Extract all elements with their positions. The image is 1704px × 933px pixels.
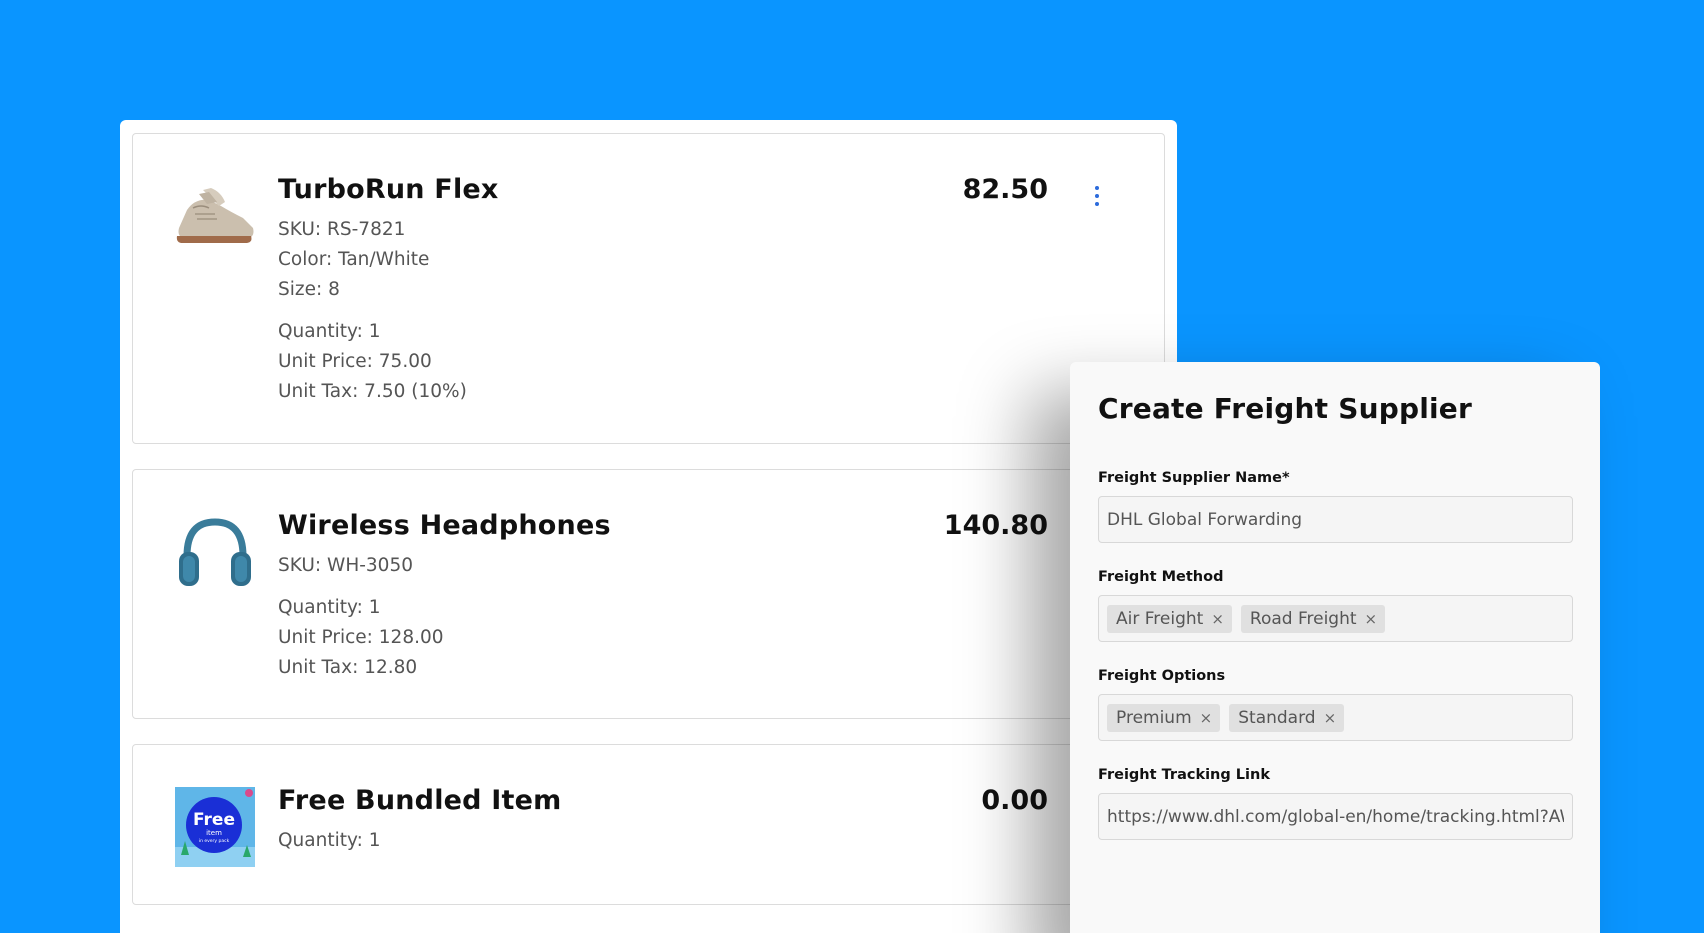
item-unit-tax: Unit Tax: 12.80 xyxy=(278,657,418,678)
chip-air-freight: Air Freight × xyxy=(1107,604,1232,633)
freight-options-label: Freight Options xyxy=(1098,668,1226,684)
freight-options-multiselect[interactable]: Premium × Standard × xyxy=(1098,694,1573,741)
tracking-link-box xyxy=(1098,793,1573,840)
headphones-icon xyxy=(173,512,257,596)
chip-standard: Standard × xyxy=(1229,703,1345,732)
item-unit-tax: Unit Tax: 7.50 (10%) xyxy=(278,381,467,402)
item-title: Wireless Headphones xyxy=(278,510,611,541)
close-icon[interactable]: × xyxy=(1324,709,1337,727)
sneaker-icon xyxy=(173,176,257,260)
panel-title: Create Freight Supplier xyxy=(1098,392,1472,425)
item-quantity: Quantity: 1 xyxy=(278,597,381,618)
badge-pack-text: in every pack xyxy=(199,838,230,844)
item-unit-price: Unit Price: 128.00 xyxy=(278,627,444,648)
chip-label: Road Freight xyxy=(1249,608,1357,629)
item-quantity: Quantity: 1 xyxy=(278,321,381,342)
chip-label: Standard xyxy=(1238,707,1316,728)
chip-label: Premium xyxy=(1116,707,1192,728)
chip-road-freight: Road Freight × xyxy=(1240,604,1386,633)
chip-premium: Premium × xyxy=(1107,703,1221,732)
item-price: 140.80 xyxy=(943,510,1048,541)
supplier-name-field-group: Freight Supplier Name* xyxy=(1098,470,1573,543)
item-unit-price: Unit Price: 75.00 xyxy=(278,351,432,372)
item-sku: SKU: WH-3050 xyxy=(278,555,413,576)
close-icon[interactable]: × xyxy=(1211,610,1224,628)
order-item-card: Wireless Headphones SKU: WH-3050 Quantit… xyxy=(132,469,1165,719)
tracking-link-input[interactable] xyxy=(1107,806,1564,827)
freight-method-field-group: Freight Method Air Freight × Road Freigh… xyxy=(1098,569,1573,642)
chip-label: Air Freight xyxy=(1116,608,1204,629)
free-item-badge-icon: Free item in every pack xyxy=(173,785,257,869)
supplier-name-input[interactable] xyxy=(1107,509,1564,530)
item-price: 0.00 xyxy=(981,785,1048,816)
tracking-link-label: Freight Tracking Link xyxy=(1098,767,1270,783)
close-icon[interactable]: × xyxy=(1365,610,1378,628)
freight-options-field-group: Freight Options Premium × Standard × xyxy=(1098,668,1573,741)
create-freight-supplier-panel: Create Freight Supplier Freight Supplier… xyxy=(1070,362,1600,933)
order-item-card: TurboRun Flex SKU: RS-7821 Color: Tan/Wh… xyxy=(132,133,1165,444)
item-sku: SKU: RS-7821 xyxy=(278,219,406,240)
kebab-menu-icon[interactable] xyxy=(1090,186,1104,210)
badge-item-text: item xyxy=(206,829,222,837)
close-icon[interactable]: × xyxy=(1200,709,1213,727)
item-price: 82.50 xyxy=(962,174,1048,205)
supplier-name-label: Freight Supplier Name* xyxy=(1098,470,1290,486)
item-quantity: Quantity: 1 xyxy=(278,830,381,851)
item-title: Free Bundled Item xyxy=(278,785,562,816)
order-items-panel: TurboRun Flex SKU: RS-7821 Color: Tan/Wh… xyxy=(120,120,1177,933)
tracking-link-field-group: Freight Tracking Link xyxy=(1098,767,1573,840)
badge-free-text: Free xyxy=(193,810,235,830)
item-title: TurboRun Flex xyxy=(278,174,499,205)
order-item-card: Free item in every pack Free Bundled Ite… xyxy=(132,744,1165,905)
freight-method-label: Freight Method xyxy=(1098,569,1224,585)
freight-method-multiselect[interactable]: Air Freight × Road Freight × xyxy=(1098,595,1573,642)
item-size: Size: 8 xyxy=(278,279,340,300)
item-color: Color: Tan/White xyxy=(278,249,430,270)
supplier-name-box xyxy=(1098,496,1573,543)
